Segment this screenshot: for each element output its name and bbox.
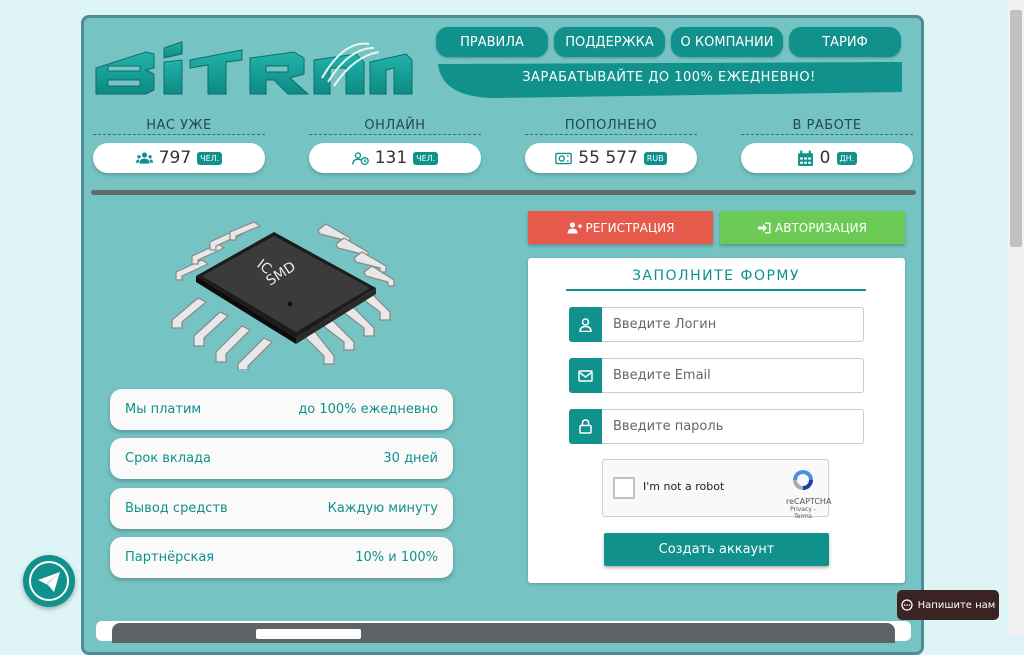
stat-working-value: 0 — [819, 148, 831, 168]
stat-members: 797 ЧЕЛ. — [93, 143, 265, 173]
login-input[interactable] — [602, 307, 864, 342]
email-input[interactable] — [602, 358, 864, 393]
telegram-button[interactable] — [23, 555, 75, 607]
login-label: АВТОРИЗАЦИЯ — [775, 220, 867, 235]
info-row-term: Срок вклада 30 дней — [110, 438, 453, 479]
stat-working: 0 ДН. — [741, 143, 913, 173]
password-input[interactable] — [602, 409, 864, 444]
nav-rules[interactable]: ПРАВИЛА — [436, 27, 548, 57]
stat-working-unit: ДН. — [836, 151, 858, 165]
chip-image: IC SMD — [171, 221, 395, 370]
recaptcha-text: I'm not a robot — [643, 480, 725, 493]
nav-about[interactable]: О КОМПАНИИ — [671, 27, 783, 57]
stat-online: 131 ЧЕЛ. — [309, 143, 481, 173]
calendar-icon — [797, 150, 813, 166]
info-row-referral: Партнёрская 10% и 100% — [110, 537, 453, 578]
info-row-value: до 100% ежедневно — [298, 402, 438, 417]
user-icon — [569, 307, 602, 342]
bottom-banner — [112, 623, 895, 643]
stat-label-deposited: ПОПОЛНЕНО — [525, 118, 697, 135]
chat-icon — [900, 599, 913, 611]
section-divider — [91, 190, 916, 195]
slogan: ЗАРАБАТЫВАЙТЕ ДО 100% ЕЖЕДНЕВНО! — [522, 70, 816, 85]
stat-deposited-value: 55 577 — [578, 148, 638, 168]
paper-plane-icon — [29, 561, 69, 601]
recaptcha-widget: I'm not a robot reCAPTCHA Privacy - Term… — [602, 459, 832, 520]
scrollbar-thumb[interactable] — [1010, 10, 1022, 247]
info-row-label: Срок вклада — [125, 451, 212, 466]
stat-label-online: ОНЛАЙН — [309, 118, 481, 135]
recaptcha-checkbox[interactable] — [613, 477, 635, 499]
stat-online-unit: ЧЕЛ. — [413, 151, 439, 165]
stat-label-members: НАС УЖЕ — [93, 118, 265, 135]
register-button[interactable]: РЕГИСТРАЦИЯ — [528, 211, 713, 244]
money-icon — [555, 152, 573, 164]
form-title: ЗАПОЛНИТЕ ФОРМУ — [566, 268, 866, 291]
stat-deposited-unit: RUB — [643, 151, 667, 165]
recaptcha-links[interactable]: Privacy - Terms — [786, 506, 820, 520]
info-row-label: Вывод средств — [125, 501, 228, 516]
recaptcha-icon — [793, 470, 813, 490]
info-row-value: 30 дней — [383, 451, 438, 466]
envelope-icon — [569, 358, 602, 393]
nav-tariff[interactable]: ТАРИФ — [789, 27, 901, 57]
user-plus-icon — [567, 221, 582, 233]
recaptcha-brand: reCAPTCHA — [786, 497, 832, 506]
info-row-value: 10% и 100% — [355, 550, 438, 565]
bottom-banner-element — [256, 629, 361, 639]
login-button[interactable]: АВТОРИЗАЦИЯ — [720, 211, 905, 244]
info-row-value: Каждую минуту — [327, 501, 438, 516]
recaptcha-logo: reCAPTCHA Privacy - Terms — [786, 468, 832, 520]
stat-label-working: В РАБОТЕ — [741, 118, 913, 135]
info-row-label: Партнёрская — [125, 550, 215, 565]
stat-members-unit: ЧЕЛ. — [197, 151, 223, 165]
chat-label: Напишите нам — [917, 599, 996, 611]
lock-icon — [569, 409, 602, 444]
create-account-button[interactable]: Создать аккаунт — [604, 533, 829, 566]
stat-deposited: 55 577 RUB — [525, 143, 697, 173]
logo[interactable] — [94, 38, 414, 100]
users-icon — [135, 152, 153, 164]
info-row-withdrawal: Вывод средств Каждую минуту — [110, 488, 453, 529]
info-row-label: Мы платим — [125, 402, 202, 417]
user-clock-icon — [351, 151, 369, 165]
stat-members-value: 797 — [158, 148, 192, 168]
register-label: РЕГИСТРАЦИЯ — [585, 220, 675, 235]
stat-online-value: 131 — [374, 148, 408, 168]
sign-in-icon — [758, 222, 771, 233]
chat-button[interactable]: Напишите нам — [897, 590, 999, 620]
info-row-payout: Мы платим до 100% ежедневно — [110, 389, 453, 430]
nav-support[interactable]: ПОДДЕРЖКА — [554, 27, 665, 57]
